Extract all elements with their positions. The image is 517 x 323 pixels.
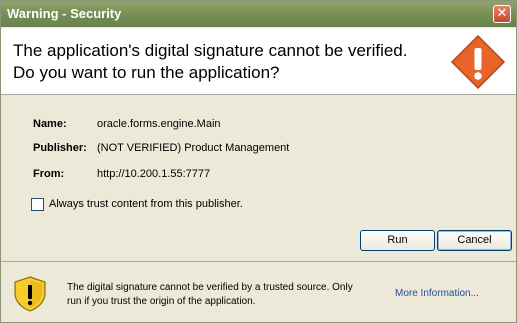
security-warning-dialog: Warning - Security ✕ The application's d… bbox=[0, 0, 517, 323]
dialog-header: The application's digital signature cann… bbox=[1, 28, 516, 95]
footer-line-1: The digital signature cannot be verified… bbox=[67, 282, 353, 293]
trust-publisher-label[interactable]: Always trust content from this publisher… bbox=[49, 198, 243, 210]
dialog-footer: The digital signature cannot be verified… bbox=[1, 261, 516, 323]
header-message: The application's digital signature cann… bbox=[13, 40, 408, 84]
publisher-label: Publisher: bbox=[33, 142, 87, 154]
publisher-value: (NOT VERIFIED) Product Management bbox=[97, 142, 290, 154]
title-bar[interactable]: Warning - Security ✕ bbox=[1, 1, 516, 27]
cancel-button[interactable]: Cancel bbox=[437, 230, 512, 251]
from-value: http://10.200.1.55:7777 bbox=[97, 168, 211, 180]
warning-shield-icon bbox=[450, 34, 506, 90]
trust-publisher-checkbox[interactable] bbox=[31, 198, 44, 211]
header-line-2: Do you want to run the application? bbox=[13, 63, 280, 82]
window-title: Warning - Security bbox=[7, 6, 122, 21]
yellow-warning-shield-icon bbox=[14, 276, 46, 312]
header-line-1: The application's digital signature cann… bbox=[13, 41, 408, 60]
name-value: oracle.forms.engine.Main bbox=[97, 118, 221, 130]
footer-message: The digital signature cannot be verified… bbox=[67, 281, 377, 309]
run-button[interactable]: Run bbox=[360, 230, 435, 251]
footer-line-2: run if you trust the origin of the appli… bbox=[67, 296, 256, 307]
from-label: From: bbox=[33, 168, 65, 180]
more-information-link[interactable]: More Information... bbox=[395, 288, 479, 299]
close-button[interactable]: ✕ bbox=[493, 5, 511, 23]
name-label: Name: bbox=[33, 118, 67, 130]
